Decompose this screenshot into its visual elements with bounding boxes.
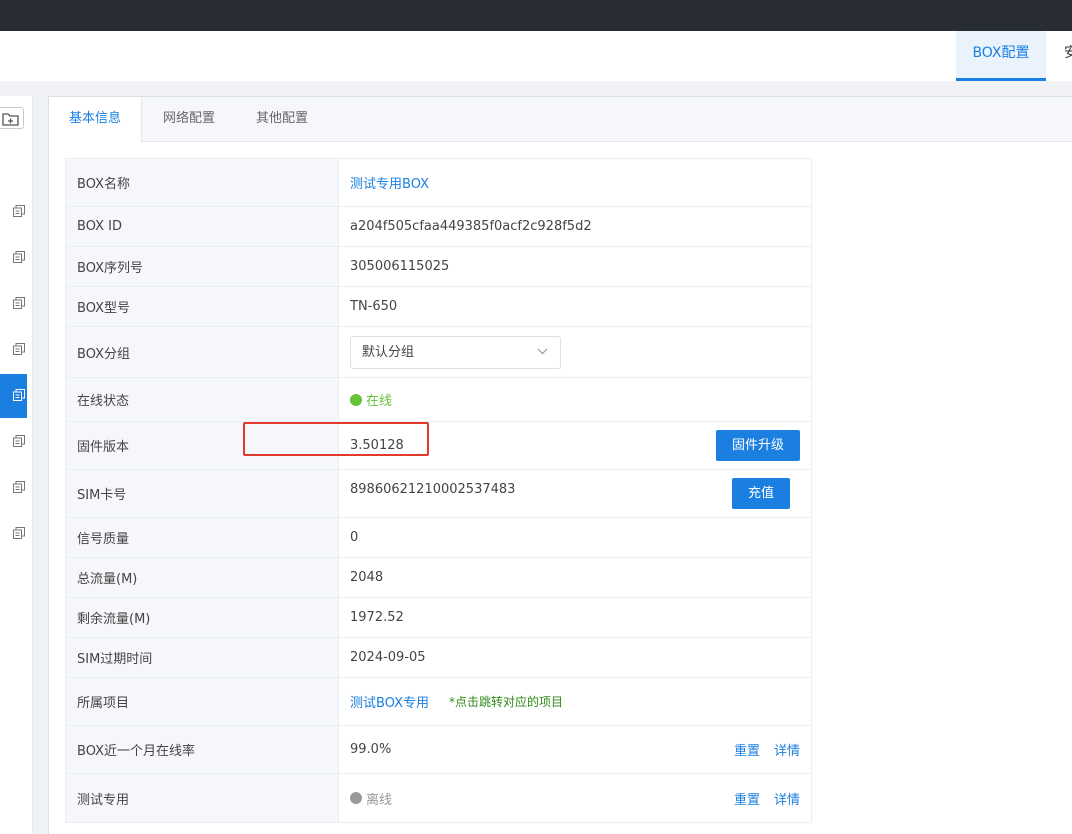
remain-value: 1972.52 (350, 610, 404, 625)
table-row: BOX分组 默认分组 (66, 327, 811, 378)
detail-link[interactable]: 详情 (774, 789, 800, 808)
table-row: SIM过期时间 2024-09-05 (66, 638, 811, 678)
table-row: BOX型号 TN-650 (66, 287, 811, 327)
panel-tabs: 基本信息 网络配置 其他配置 (49, 97, 1072, 143)
sidebar-item[interactable] (0, 282, 27, 326)
offline-text: 离线 (366, 792, 393, 808)
highlight-box (243, 422, 429, 456)
row-label: 信号质量 (66, 518, 339, 557)
reset-link[interactable]: 重置 (734, 740, 760, 759)
row-label: BOX序列号 (66, 247, 339, 286)
header: BOX配置 安 (0, 31, 1072, 81)
row-label: 剩余流量(M) (66, 598, 339, 637)
table-row: 固件版本 3.50128 固件升级 (66, 422, 811, 470)
sidebar-item[interactable] (0, 190, 27, 234)
tab-box-config[interactable]: BOX配置 (956, 31, 1046, 81)
info-table: BOX名称 测试专用BOX BOX ID a204f505cfaa449385f… (65, 158, 812, 823)
model-value: TN-650 (350, 299, 398, 314)
table-row: 剩余流量(M) 1972.52 (66, 598, 811, 638)
sidebar-item[interactable] (0, 512, 27, 556)
table-row: 总流量(M) 2048 (66, 558, 811, 598)
copy-icon (13, 527, 25, 539)
copy-icon (13, 251, 25, 263)
row-label: BOX近一个月在线率 (66, 726, 339, 773)
detail-link[interactable]: 详情 (774, 740, 800, 759)
copy-icon (13, 481, 25, 493)
table-row: 在线状态 在线 (66, 378, 811, 422)
tab-next[interactable]: 安 (1064, 31, 1072, 81)
copy-icon (13, 205, 25, 217)
row-label: BOX名称 (66, 159, 339, 206)
table-row: 信号质量 0 (66, 518, 811, 558)
row-value: 测试BOX专用 *点击跳转对应的项目 (339, 678, 811, 725)
row-value: 在线 (339, 378, 811, 421)
table-row: BOX名称 测试专用BOX (66, 159, 811, 207)
row-label: SIM卡号 (66, 470, 339, 517)
tab-network-config[interactable]: 网络配置 (149, 97, 229, 142)
sidebar (0, 96, 33, 834)
row-value: 离线 重置 详情 (339, 774, 811, 822)
sidebar-item[interactable] (0, 236, 27, 280)
row-value: 测试专用BOX (339, 159, 811, 206)
expire-value: 2024-09-05 (350, 650, 426, 665)
row-label: 测试专用 (66, 774, 339, 822)
table-row: BOX ID a204f505cfaa449385f0acf2c928f5d2 (66, 207, 811, 247)
row-label: SIM过期时间 (66, 638, 339, 677)
status-badge: 在线 (350, 390, 392, 409)
main-panel: 基本信息 网络配置 其他配置 BOX名称 测试专用BOX BOX ID a204… (48, 96, 1072, 834)
copy-icon (13, 389, 25, 401)
sim-value: 89860621210002537483 (350, 482, 516, 497)
table-row: 测试专用 离线 重置 详情 (66, 774, 811, 822)
signal-value: 0 (350, 530, 359, 545)
top-bar (0, 0, 1072, 31)
row-actions: 重置 详情 (734, 726, 800, 773)
sidebar-item[interactable] (0, 466, 27, 510)
table-row: SIM卡号 89860621210002537483 充值 (66, 470, 811, 518)
sidebar-item-active[interactable] (0, 374, 27, 418)
tab-other-config[interactable]: 其他配置 (242, 97, 322, 142)
status-text: 在线 (366, 394, 393, 409)
copy-icon (13, 297, 25, 309)
table-row: 所属项目 测试BOX专用 *点击跳转对应的项目 (66, 678, 811, 726)
row-label: BOX ID (66, 207, 339, 246)
copy-icon (13, 435, 25, 447)
status-dot (350, 393, 362, 406)
chevron-down-icon (537, 348, 548, 354)
group-select[interactable]: 默认分组 (350, 335, 561, 369)
offline-dot (350, 792, 362, 804)
sidebar-item[interactable] (0, 328, 27, 372)
recharge-button[interactable]: 充值 (732, 478, 790, 509)
sidebar-item[interactable] (0, 420, 27, 464)
box-id-value: a204f505cfaa449385f0acf2c928f5d2 (350, 219, 592, 234)
table-row: BOX近一个月在线率 99.0% 重置 详情 (66, 726, 811, 774)
project-note: *点击跳转对应的项目 (449, 695, 564, 709)
row-label: 所属项目 (66, 678, 339, 725)
serial-value: 305006115025 (350, 259, 450, 274)
row-label: 在线状态 (66, 378, 339, 421)
row-actions: 重置 详情 (734, 774, 800, 822)
row-value: 99.0% 重置 详情 (339, 726, 811, 773)
row-label: 总流量(M) (66, 558, 339, 597)
tab-basic-info[interactable]: 基本信息 (49, 97, 142, 143)
row-value: 89860621210002537483 充值 (339, 470, 811, 517)
firmware-upgrade-button[interactable]: 固件升级 (716, 430, 800, 461)
folder-add-icon (2, 113, 19, 126)
add-folder-button[interactable] (0, 107, 24, 129)
rate-value: 99.0% (350, 742, 392, 757)
row-label: BOX型号 (66, 287, 339, 326)
reset-link[interactable]: 重置 (734, 789, 760, 808)
box-name-link[interactable]: 测试专用BOX (350, 173, 429, 192)
table-row: BOX序列号 305006115025 (66, 247, 811, 287)
offline-badge: 离线 (350, 789, 392, 808)
row-label: BOX分组 (66, 327, 339, 377)
project-link[interactable]: 测试BOX专用 (350, 692, 429, 711)
group-select-value: 默认分组 (362, 344, 415, 360)
copy-icon (13, 343, 25, 355)
total-value: 2048 (350, 570, 384, 585)
row-value: 默认分组 (339, 327, 811, 377)
